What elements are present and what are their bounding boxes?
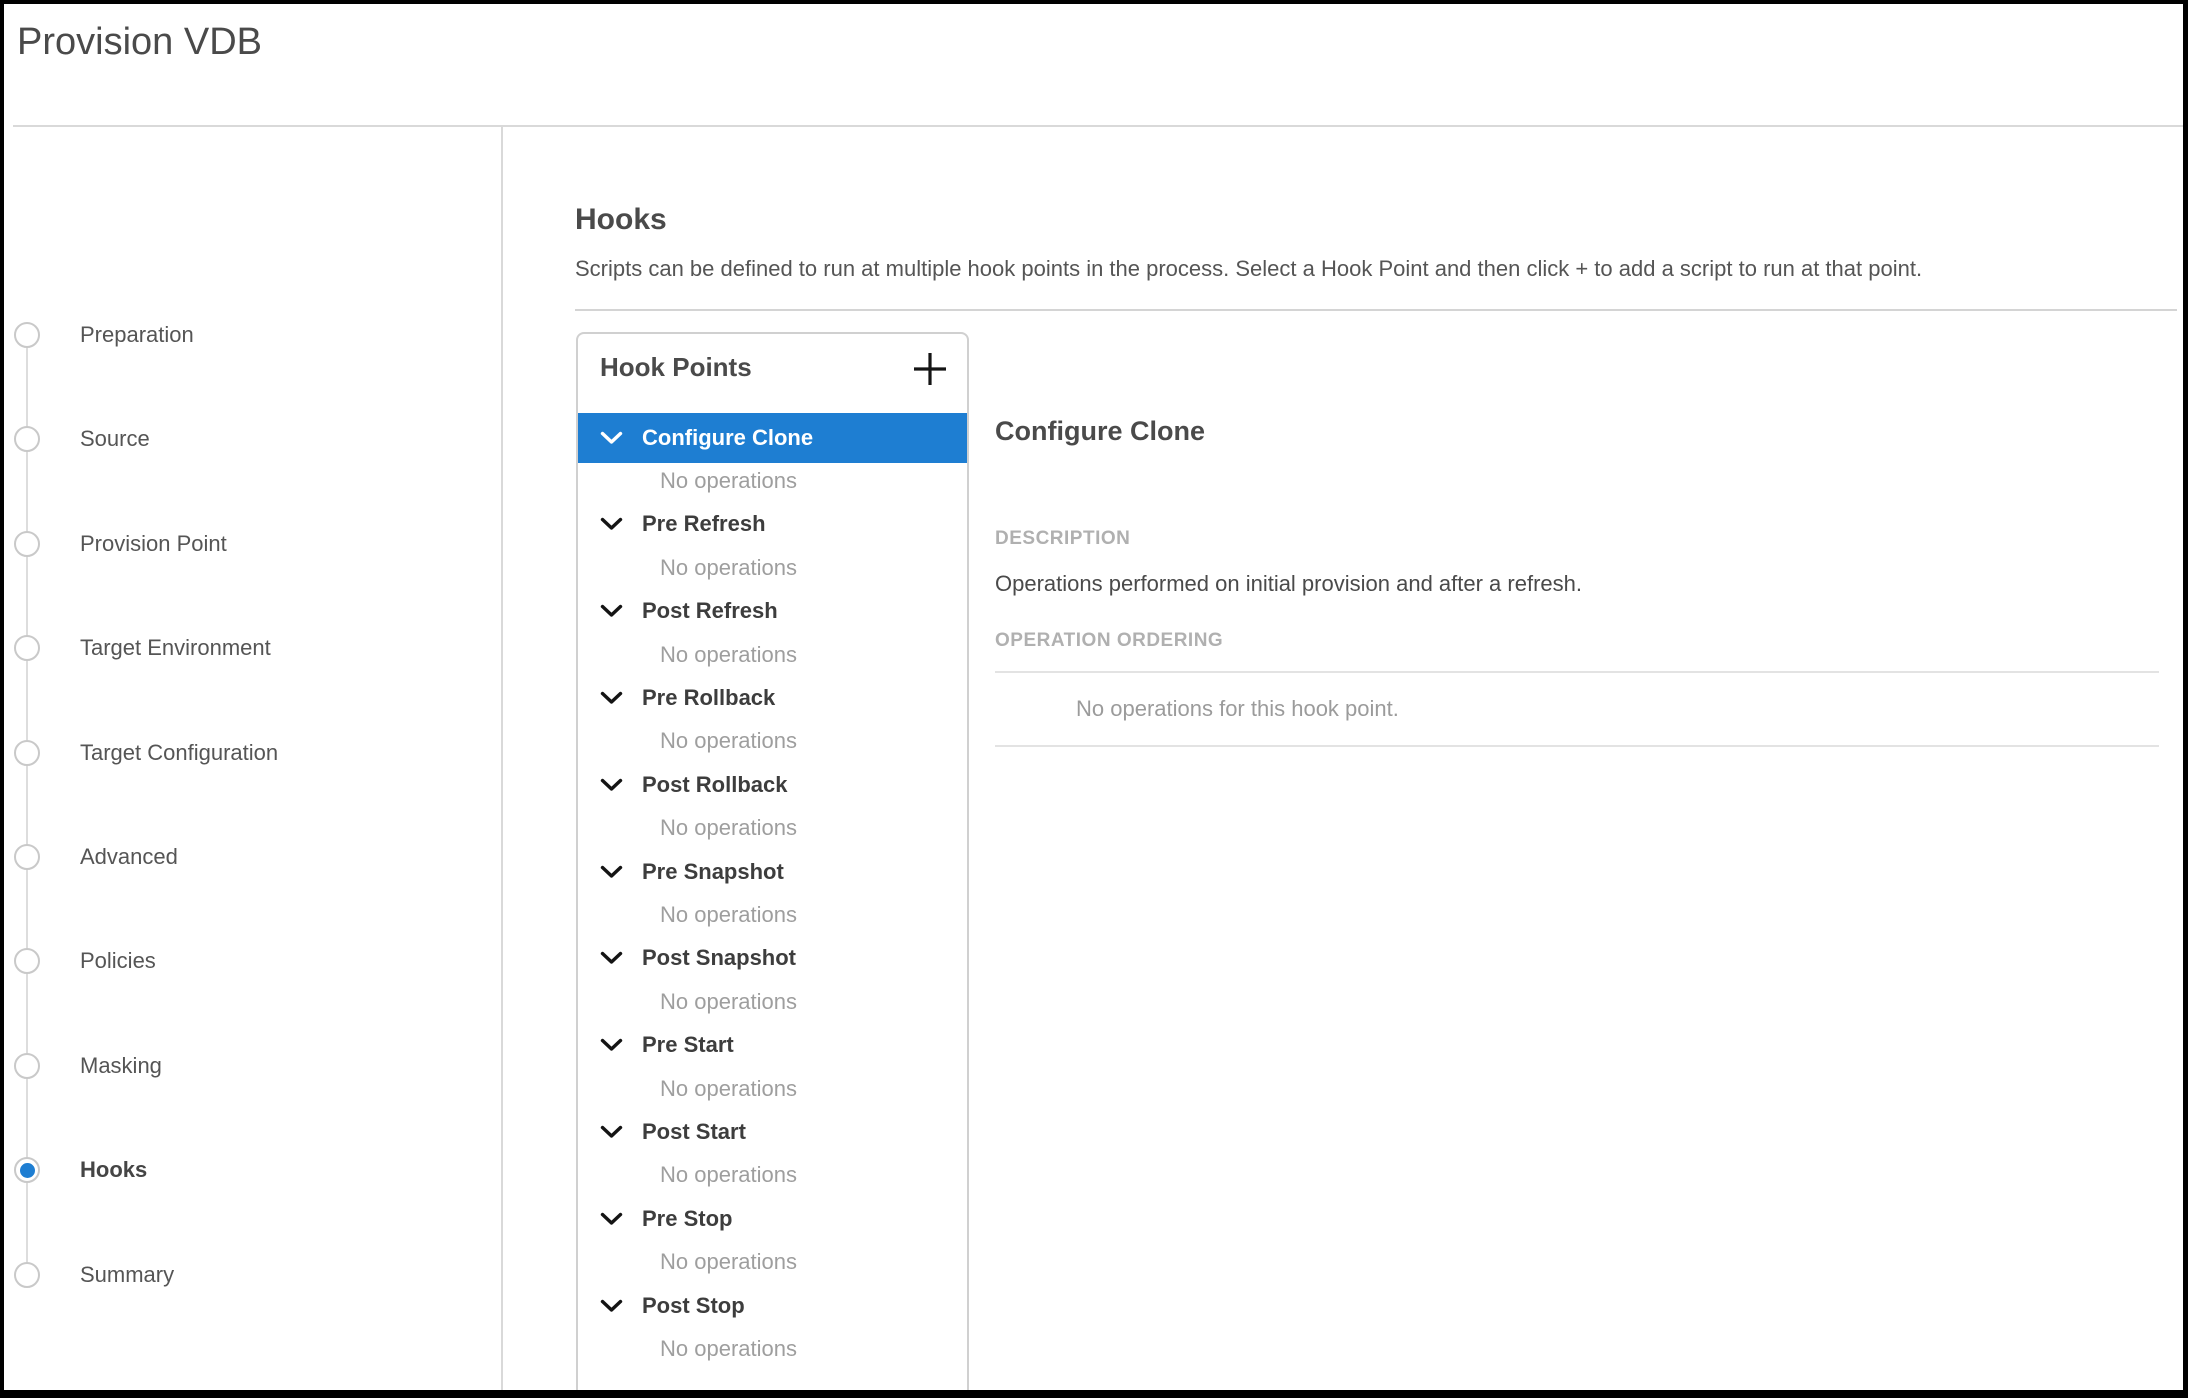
- hook-point-row-post-rollback[interactable]: Post Rollback: [578, 763, 967, 806]
- hook-point-row-pre-start[interactable]: Pre Start: [578, 1023, 967, 1066]
- provision-vdb-dialog: Provision VDB Preparation Source Provisi…: [4, 4, 2183, 1390]
- step-label: Policies: [80, 948, 156, 974]
- ordering-divider-top: [995, 671, 2159, 673]
- hook-point-status: No operations: [578, 720, 967, 763]
- chevron-down-icon: [600, 778, 624, 792]
- hook-point-label: Post Refresh: [642, 598, 778, 624]
- hook-point-row-post-snapshot[interactable]: Post Snapshot: [578, 937, 967, 980]
- step-radio-icon: [14, 635, 40, 661]
- step-label: Summary: [80, 1262, 174, 1288]
- hook-point-status: No operations: [578, 633, 967, 676]
- hook-point-label: Pre Snapshot: [642, 859, 784, 885]
- hook-point-label: Configure Clone: [642, 425, 813, 451]
- hook-point-status: No operations: [578, 1240, 967, 1283]
- hook-point-row-pre-stop[interactable]: Pre Stop: [578, 1197, 967, 1240]
- hook-point-label: Pre Refresh: [642, 511, 766, 537]
- no-operations-message: No operations for this hook point.: [1076, 696, 1399, 722]
- hook-point-status: No operations: [578, 546, 967, 589]
- hook-point-status: No operations: [578, 807, 967, 850]
- step-radio-icon: [14, 740, 40, 766]
- step-label: Target Environment: [80, 635, 271, 661]
- step-radio-icon: [14, 1157, 40, 1183]
- ordering-divider-bottom: [995, 745, 2159, 747]
- page-title: Provision VDB: [17, 21, 262, 64]
- hook-point-row-post-stop[interactable]: Post Stop: [578, 1284, 967, 1327]
- hook-point-status: No operations: [578, 893, 967, 936]
- hook-point-row-pre-rollback[interactable]: Pre Rollback: [578, 676, 967, 719]
- chevron-down-icon: [600, 604, 624, 618]
- step-label: Target Configuration: [80, 740, 278, 766]
- step-label: Preparation: [80, 322, 194, 348]
- hook-point-label: Post Rollback: [642, 772, 787, 798]
- hook-points-panel: Hook Points Configure Clone No operation…: [576, 332, 969, 1390]
- step-radio-icon: [14, 322, 40, 348]
- hook-points-panel-header: Hook Points: [578, 334, 967, 416]
- description-label: DESCRIPTION: [995, 528, 1130, 550]
- hook-point-label: Post Stop: [642, 1293, 745, 1319]
- step-label: Hooks: [80, 1157, 147, 1183]
- hook-point-label: Pre Stop: [642, 1206, 732, 1232]
- hook-point-row-post-refresh[interactable]: Post Refresh: [578, 590, 967, 633]
- step-radio-icon: [14, 1262, 40, 1288]
- step-label: Masking: [80, 1053, 162, 1079]
- step-radio-icon: [14, 531, 40, 557]
- hook-point-row-configure-clone[interactable]: Configure Clone: [578, 413, 967, 463]
- hook-point-status: No operations: [578, 1327, 967, 1370]
- hook-point-label: Post Snapshot: [642, 945, 796, 971]
- hook-point-status: No operations: [578, 1067, 967, 1110]
- chevron-down-icon: [600, 865, 624, 879]
- step-label: Advanced: [80, 844, 178, 870]
- chevron-down-icon: [600, 1212, 624, 1226]
- plus-icon: [911, 350, 949, 388]
- hook-detail-heading: Configure Clone: [995, 416, 1205, 447]
- hook-points-list: Configure Clone No operations Pre Refres…: [578, 416, 967, 1371]
- hook-point-status: No operations: [578, 980, 967, 1023]
- wizard-stepper-sidebar: Preparation Source Provision Point Targe…: [4, 127, 501, 1390]
- chevron-down-icon: [600, 1038, 624, 1052]
- step-label: Source: [80, 426, 150, 452]
- hook-points-title: Hook Points: [600, 352, 752, 383]
- hook-point-label: Pre Rollback: [642, 685, 775, 711]
- chevron-down-icon: [600, 1125, 624, 1139]
- chevron-down-icon: [600, 951, 624, 965]
- section-description: Scripts can be defined to run at multipl…: [575, 256, 2143, 282]
- step-radio-icon: [14, 948, 40, 974]
- operation-ordering-label: OPERATION ORDERING: [995, 630, 1223, 652]
- chevron-down-icon: [600, 1299, 624, 1313]
- sidebar-divider: [501, 127, 503, 1390]
- hook-point-status: No operations: [578, 1154, 967, 1197]
- hook-point-label: Post Start: [642, 1119, 746, 1145]
- step-label: Provision Point: [80, 531, 227, 557]
- section-divider: [575, 309, 2177, 311]
- chevron-down-icon: [600, 691, 624, 705]
- hook-point-row-pre-snapshot[interactable]: Pre Snapshot: [578, 850, 967, 893]
- step-radio-icon: [14, 1053, 40, 1079]
- stepper-connector-line: [26, 335, 28, 1275]
- hook-point-row-post-start[interactable]: Post Start: [578, 1110, 967, 1153]
- hook-detail-description: Operations performed on initial provisio…: [995, 571, 1582, 597]
- section-heading: Hooks: [575, 203, 667, 237]
- step-radio-icon: [14, 844, 40, 870]
- add-hook-script-button[interactable]: [911, 350, 949, 388]
- hook-point-status: No operations: [578, 459, 967, 502]
- hook-point-row-pre-refresh[interactable]: Pre Refresh: [578, 503, 967, 546]
- chevron-down-icon: [600, 517, 624, 531]
- step-radio-icon: [14, 426, 40, 452]
- hook-point-label: Pre Start: [642, 1032, 734, 1058]
- chevron-down-icon: [600, 431, 624, 445]
